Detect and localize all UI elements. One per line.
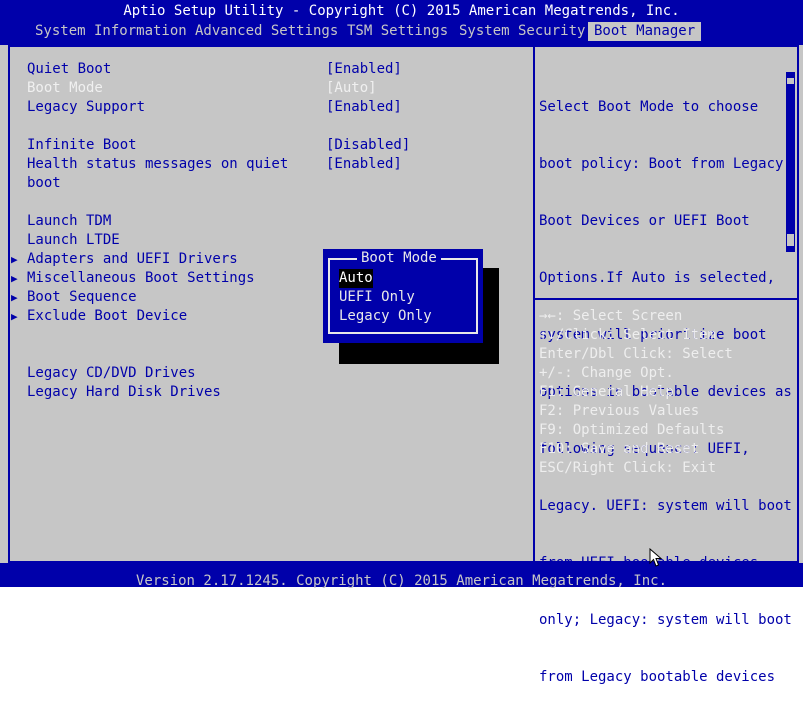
submenu-arrow-icon: ▶	[11, 253, 18, 266]
popup-option-legacy-only[interactable]: Legacy Only	[339, 307, 432, 326]
key-hint-optimized-defaults: F9: Optimized Defaults	[539, 422, 725, 438]
setting-quiet-boot-label[interactable]: Quiet Boot	[27, 60, 111, 79]
footer-bar: Version 2.17.1245. Copyright (C) 2015 Am…	[0, 563, 803, 589]
popup-option-auto[interactable]: Auto	[339, 269, 373, 288]
tab-boot-manager[interactable]: Boot Manager	[588, 22, 702, 41]
key-hint-general-help: F1: General Help	[539, 384, 674, 400]
setting-boot-mode-label[interactable]: Boot Mode	[27, 79, 103, 98]
setting-health-status-label-cont[interactable]: boot	[27, 174, 61, 193]
help-line: Options.If Auto is selected,	[539, 270, 776, 286]
submenu-arrow-icon: ▶	[11, 310, 18, 323]
setting-health-status-value[interactable]: [Enabled]	[326, 155, 402, 174]
submenu-arrow-icon: ▶	[11, 291, 18, 304]
help-divider	[535, 298, 797, 300]
submenu-boot-sequence[interactable]: Boot Sequence	[27, 288, 137, 307]
scroll-down-arrow-icon[interactable]	[786, 246, 795, 252]
scrollbar-thumb[interactable]	[787, 84, 794, 234]
key-hint-select-screen: →←: Select Screen	[539, 308, 683, 324]
key-hint-exit: ESC/Right Click: Exit	[539, 460, 717, 476]
key-hint-select-item: ↑↓/Click: Select Item	[539, 327, 717, 343]
key-hint-change-opt: +/-: Change Opt.	[539, 365, 674, 381]
setting-infinite-boot-label[interactable]: Infinite Boot	[27, 136, 137, 155]
popup-title: Boot Mode	[357, 249, 441, 268]
tab-tsm-settings[interactable]: TSM Settings	[347, 22, 448, 41]
tab-system-information[interactable]: System Information	[35, 22, 187, 41]
tab-advanced-settings[interactable]: Advanced Settings	[195, 22, 338, 41]
setting-boot-mode-value[interactable]: [Auto]	[326, 79, 377, 98]
setting-health-status-label[interactable]: Health status messages on quiet	[27, 155, 288, 174]
version-text: Version 2.17.1245. Copyright (C) 2015 Am…	[135, 573, 667, 589]
popup-option-uefi-only[interactable]: UEFI Only	[339, 288, 415, 307]
submenu-misc-boot-settings[interactable]: Miscellaneous Boot Settings	[27, 269, 255, 288]
submenu-exclude-boot-device[interactable]: Exclude Boot Device	[27, 307, 187, 326]
help-line: Boot Devices or UEFI Boot	[539, 213, 750, 229]
title-bar: Aptio Setup Utility - Copyright (C) 2015…	[0, 0, 803, 22]
bios-screen: Aptio Setup Utility - Copyright (C) 2015…	[0, 0, 803, 685]
setting-quiet-boot-value[interactable]: [Enabled]	[326, 60, 402, 79]
launch-tdm-item[interactable]: Launch TDM	[27, 212, 111, 231]
help-line: only; Legacy: system will boot	[539, 612, 792, 628]
setting-legacy-support-value[interactable]: [Enabled]	[326, 98, 402, 117]
help-line: boot policy: Boot from Legacy	[539, 156, 784, 172]
boot-mode-popup: Boot Mode Auto UEFI Only Legacy Only	[323, 249, 483, 343]
submenu-arrow-icon: ▶	[11, 272, 18, 285]
submenu-adapters-uefi-drivers[interactable]: Adapters and UEFI Drivers	[27, 250, 238, 269]
help-line: Select Boot Mode to choose	[539, 99, 759, 115]
setting-infinite-boot-value[interactable]: [Disabled]	[326, 136, 410, 155]
key-hint-select: Enter/Dbl Click: Select	[539, 346, 733, 362]
help-line: from Legacy bootable devices	[539, 669, 776, 685]
tab-system-security[interactable]: System Security	[459, 22, 585, 41]
key-hint-save-reset: F10: Save and Reset	[539, 441, 700, 457]
legacy-cd-dvd-drives-item[interactable]: Legacy CD/DVD Drives	[27, 364, 196, 383]
launch-ltde-item[interactable]: Launch LTDE	[27, 231, 120, 250]
legacy-hard-disk-drives-item[interactable]: Legacy Hard Disk Drives	[27, 383, 221, 402]
window-title: Aptio Setup Utility - Copyright (C) 2015…	[123, 3, 680, 19]
setting-legacy-support-label[interactable]: Legacy Support	[27, 98, 145, 117]
mouse-pointer-icon	[649, 548, 663, 567]
help-scrollbar[interactable]	[786, 72, 795, 252]
help-line: Legacy. UEFI: system will boot	[539, 498, 792, 514]
key-hint-previous-values: F2: Previous Values	[539, 403, 700, 419]
